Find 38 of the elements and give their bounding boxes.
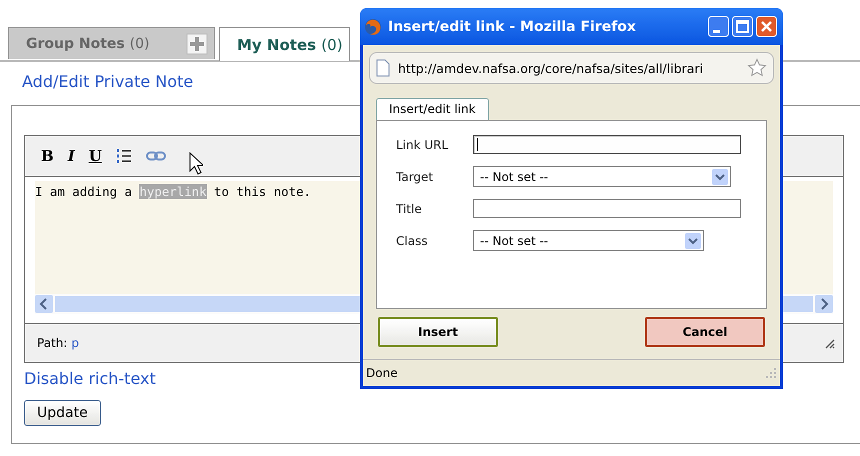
minimize-button[interactable] [708, 16, 729, 37]
path-element-link[interactable]: p [71, 336, 80, 350]
notes-tab[interactable]: My Notes (0) [219, 27, 350, 61]
page-icon [376, 59, 390, 77]
address-bar[interactable]: http://amdev.nafsa.org/core/nafsa/sites/all/librari [369, 52, 774, 84]
numbered-list-icon[interactable] [116, 148, 132, 164]
insert-button[interactable]: Insert [378, 317, 498, 347]
scroll-left-icon[interactable] [35, 295, 53, 313]
bold-button[interactable]: B [41, 147, 54, 165]
link-icon[interactable] [146, 151, 166, 161]
status-text: Done [366, 366, 398, 380]
cancel-button[interactable]: Cancel [645, 317, 765, 347]
url-text: http://amdev.nafsa.org/core/nafsa/sites/all/librari [398, 60, 704, 76]
maximize-button[interactable] [732, 16, 753, 37]
italic-button[interactable]: I [68, 147, 75, 165]
disable-rich-text-link[interactable]: Disable rich-text [24, 369, 156, 388]
field-label: Title [396, 202, 423, 216]
text-input[interactable] [473, 135, 741, 154]
select-dropdown[interactable]: -- Not set -- [473, 230, 704, 251]
mouse-pointer-icon [189, 152, 203, 176]
field-label: Link URL [396, 138, 450, 152]
dialog-tab[interactable]: Insert/edit link [376, 98, 489, 120]
field-label: Class [396, 234, 429, 248]
resize-grip-icon[interactable] [823, 337, 835, 349]
add-icon[interactable] [186, 32, 208, 54]
scroll-right-icon[interactable] [815, 295, 833, 313]
update-button[interactable]: Update [24, 400, 101, 426]
star-icon[interactable] [747, 58, 767, 78]
dialog-title: Insert/edit link - Mozilla Firefox [388, 18, 636, 34]
underline-button[interactable]: U [88, 147, 102, 165]
field-label: Target [396, 170, 434, 184]
add-note-link[interactable]: Add/Edit Private Note [22, 72, 194, 91]
close-button[interactable] [756, 16, 777, 37]
path-label: Path: [37, 336, 68, 350]
text-input[interactable] [473, 199, 741, 218]
browser-logo-icon [364, 18, 382, 36]
resize-grip-icon[interactable] [765, 367, 777, 379]
select-dropdown[interactable]: -- Not set -- [473, 166, 731, 187]
